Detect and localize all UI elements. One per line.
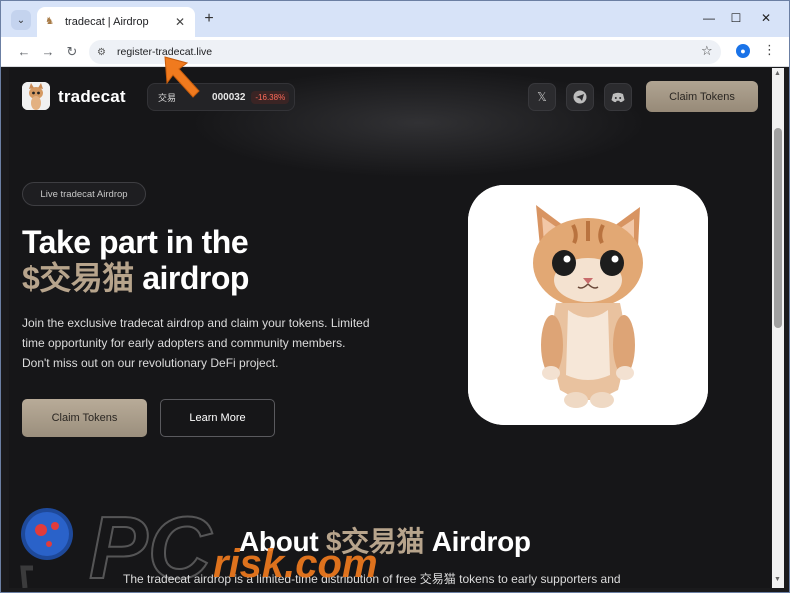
site-header: tradecat 交易 000032 -16.38% 𝕏 Claim Token… (9, 68, 771, 128)
active-tab[interactable]: ♞ tradecat | Airdrop ✕ (37, 7, 195, 37)
hero-title-line2: $交易猫 airdrop (22, 260, 442, 296)
cat-image (468, 185, 708, 425)
hero-subtitle: Join the exclusive tradecat airdrop and … (22, 316, 370, 370)
watermark-text: risk.com (213, 542, 378, 586)
ticker-change: -16.38% (251, 90, 290, 104)
pointer-arrow-icon (164, 56, 200, 98)
browser-window: ⌄ ♞ tradecat | Airdrop ✕ + — ☐ ✕ ← → ↻ ⚙… (0, 0, 790, 593)
ticker-price: 000032 (212, 91, 246, 103)
brand-name[interactable]: tradecat (58, 87, 126, 107)
discord-icon[interactable] (604, 83, 632, 111)
hero-title-rest: airdrop (133, 260, 249, 296)
hero-title-line1: Take part in the (22, 224, 249, 260)
hero-claim-tokens-button[interactable]: Claim Tokens (22, 399, 147, 437)
forward-icon[interactable]: → (39, 43, 57, 61)
page-viewport: tradecat 交易 000032 -16.38% 𝕏 Claim Token… (9, 68, 771, 588)
hero-title-accent: $交易猫 (22, 260, 134, 296)
scroll-up-icon[interactable]: ▲ (774, 70, 781, 77)
hero-learn-more-button[interactable]: Learn More (160, 399, 275, 437)
tab-bar: ⌄ ♞ tradecat | Airdrop ✕ + — ☐ ✕ (1, 1, 789, 37)
header-claim-tokens-button[interactable]: Claim Tokens (646, 81, 758, 112)
live-airdrop-badge: Live tradecat Airdrop (22, 182, 146, 206)
back-icon[interactable]: ← (15, 43, 33, 61)
maximize-icon[interactable]: ☐ (728, 11, 744, 25)
cat-favicon-icon: ♞ (45, 16, 54, 27)
menu-icon[interactable]: ⋮ (763, 42, 776, 58)
minimize-icon[interactable]: — (701, 11, 717, 25)
site-info-icon[interactable]: ⚙ (97, 47, 111, 58)
about-title-suffix: Airdrop (424, 526, 531, 557)
x-icon[interactable]: 𝕏 (528, 83, 556, 111)
scroll-thumb[interactable] (774, 128, 782, 328)
hero-title: Take part in the $交易猫 airdrop (22, 224, 442, 296)
window-close-icon[interactable]: ✕ (758, 11, 774, 25)
browser-toolbar: ← → ↻ ⚙ register-tradecat.live ☆ ● ⋮ (1, 37, 789, 67)
telegram-icon[interactable] (566, 83, 594, 111)
bookmark-star-icon[interactable]: ☆ (701, 43, 713, 59)
close-tab-icon[interactable]: ✕ (173, 15, 187, 29)
new-tab-icon[interactable]: + (201, 11, 217, 27)
page-scrollbar[interactable]: ▲ ▼ (772, 68, 784, 588)
tab-title: tradecat | Airdrop (65, 16, 149, 28)
reload-icon[interactable]: ↻ (63, 43, 81, 61)
scroll-down-icon[interactable]: ▼ (774, 576, 781, 583)
cat-logo-icon[interactable] (22, 82, 50, 110)
tab-search-icon[interactable]: ⌄ (11, 10, 31, 30)
profile-icon[interactable]: ● (736, 44, 750, 58)
